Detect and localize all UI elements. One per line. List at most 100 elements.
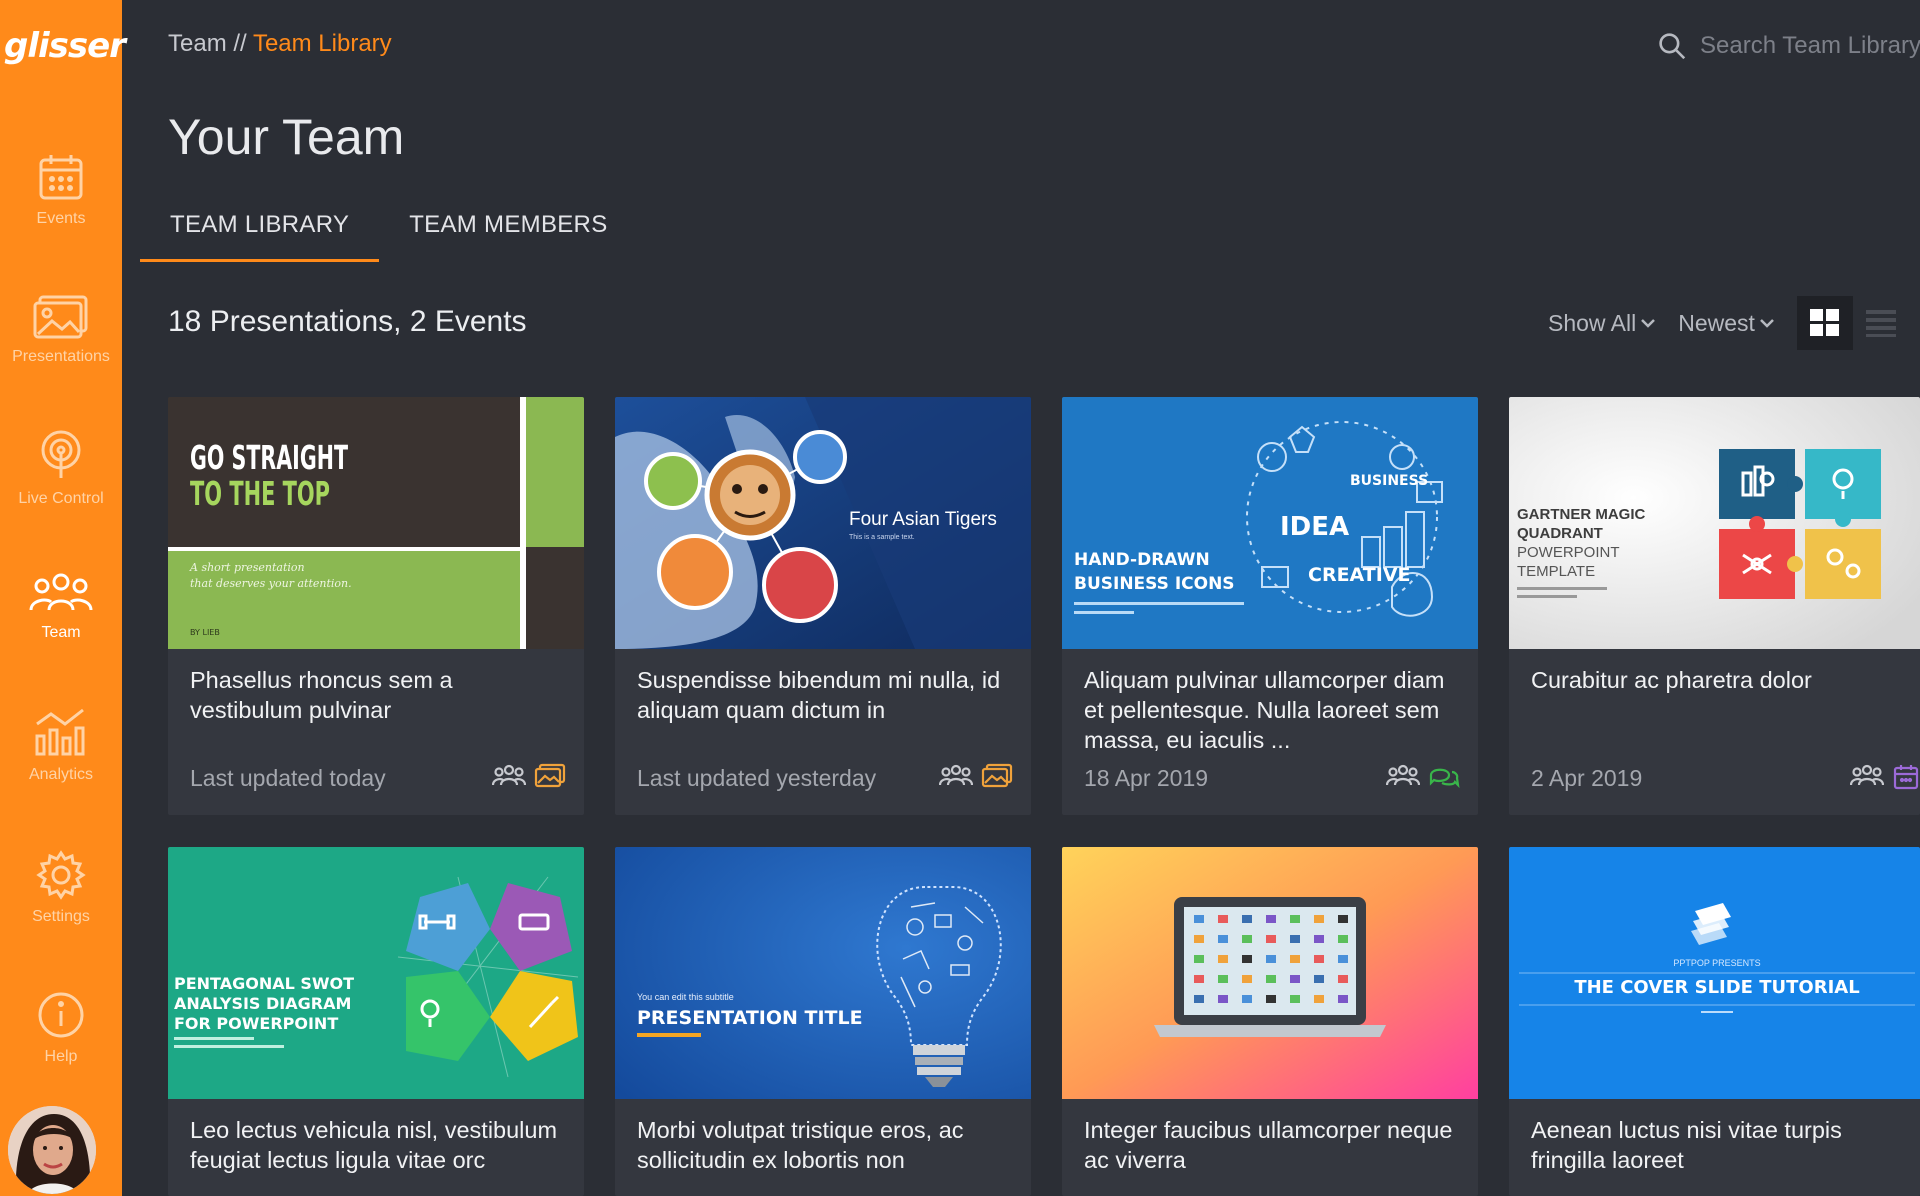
card-title[interactable]: Curabitur ac pharetra dolor <box>1531 665 1911 695</box>
card-title[interactable]: Aliquam pulvinar ullamcorper diam et pel… <box>1084 665 1464 755</box>
card-title[interactable]: Aenean luctus nisi vitae turpis fringill… <box>1531 1115 1911 1175</box>
tab-team-library[interactable]: TEAM LIBRARY <box>140 204 380 262</box>
breadcrumb-current[interactable]: Team Library <box>253 30 392 57</box>
card-title[interactable]: Integer faucibus ullamcorper neque ac vi… <box>1084 1115 1464 1175</box>
presentation-card[interactable]: Four Asian Tigers This is a sample text.… <box>615 397 1031 815</box>
gear-icon <box>36 850 86 900</box>
presentation-card[interactable]: You can edit this subtitle PRESENTATION … <box>615 847 1031 1196</box>
card-thumbnail[interactable]: GARTNER MAGIC QUADRANT POWERPOINT TEMPLA… <box>1509 397 1920 649</box>
thumb-subtitle: that deserves your attention. <box>190 577 352 590</box>
avatar[interactable] <box>8 1106 96 1194</box>
presentation-card[interactable]: GO STRAIGHT TO THE TOP A short presentat… <box>168 397 584 815</box>
app-logo[interactable]: glisser <box>0 26 126 66</box>
card-date: 2 Apr 2019 <box>1531 765 1643 791</box>
sidebar-item-help[interactable]: Help <box>0 990 122 1066</box>
list-view-button[interactable] <box>1853 296 1909 350</box>
broadcast-icon <box>41 430 81 478</box>
sidebar-item-events[interactable]: Events <box>0 152 122 228</box>
presentation-icon <box>981 763 1013 788</box>
presentation-card[interactable]: Integer faucibus ullamcorper neque ac vi… <box>1062 847 1478 1196</box>
card-thumbnail[interactable]: PENTAGONAL SWOT ANALYSIS DIAGRAM FOR POW… <box>168 847 584 1099</box>
sidebar-item-analytics[interactable]: Analytics <box>0 706 122 784</box>
sidebar: glisser Events Presentations Live Contro… <box>0 0 126 1196</box>
card-date: 18 Apr 2019 <box>1084 765 1209 791</box>
card-title[interactable]: Leo lectus vehicula nisl, vestibulum feu… <box>190 1115 570 1175</box>
sidebar-label: Presentations <box>12 348 110 365</box>
thumb-heading: BUSINESS ICONS <box>1074 574 1235 594</box>
tab-team-members[interactable]: TEAM MEMBERS <box>379 204 637 262</box>
breadcrumb-root[interactable]: Team // <box>168 30 247 57</box>
thumb-heading: QUADRANT <box>1517 525 1603 542</box>
search-bar <box>1658 26 1920 66</box>
thumb-heading: PENTAGONAL SWOT <box>174 974 354 993</box>
grid-icon <box>1809 309 1839 336</box>
card-thumbnail[interactable]: BUSINESS IDEA CREATIVE HAND-DRAWN BUSINE… <box>1062 397 1478 649</box>
breadcrumb: Team // Team Library <box>168 30 392 58</box>
thumb-heading: THE COVER SLIDE TUTORIAL <box>1574 977 1859 998</box>
sidebar-item-settings[interactable]: Settings <box>0 850 122 926</box>
filter-label: Show All <box>1548 309 1637 336</box>
team-icon <box>1386 764 1420 786</box>
card-thumbnail[interactable]: PPTPOP PRESENTS THE COVER SLIDE TUTORIAL <box>1509 847 1920 1099</box>
thumb-heading: TEMPLATE <box>1517 563 1595 580</box>
team-icon <box>492 764 526 786</box>
calendar-icon <box>1893 765 1919 790</box>
presentation-card[interactable]: BUSINESS IDEA CREATIVE HAND-DRAWN BUSINE… <box>1062 397 1478 815</box>
sidebar-label: Team <box>41 624 81 641</box>
card-title[interactable]: Suspendisse bibendum mi nulla, id aliqua… <box>637 665 1017 725</box>
search-icon[interactable] <box>1658 30 1686 62</box>
card-thumbnail[interactable]: You can edit this subtitle PRESENTATION … <box>615 847 1031 1099</box>
sidebar-label: Analytics <box>28 766 94 783</box>
card-title[interactable]: Phasellus rhoncus sem a vestibulum pulvi… <box>190 665 570 725</box>
filter-dropdown[interactable]: Show All <box>1548 310 1656 337</box>
library-summary: 18 Presentations, 2 Events <box>168 305 527 338</box>
thumb-word: CREATIVE <box>1308 564 1411 586</box>
thumb-heading: ANALYSIS DIAGRAM <box>174 994 351 1013</box>
thumb-subtitle: A short presentation <box>189 561 305 574</box>
presentation-card[interactable]: PPTPOP PRESENTS THE COVER SLIDE TUTORIAL… <box>1509 847 1920 1196</box>
thumb-word: BUSINESS <box>1350 473 1428 489</box>
team-icon <box>29 573 93 611</box>
sidebar-item-live-control[interactable]: Live Control <box>0 430 122 508</box>
sort-label: Newest <box>1678 309 1755 336</box>
card-updated: Last updated today <box>190 765 386 791</box>
list-icon <box>1865 310 1896 337</box>
team-icon <box>1850 764 1884 786</box>
tab-bar: TEAM LIBRARY TEAM MEMBERS <box>140 204 638 262</box>
thumb-subtitle: This is a sample text. <box>849 534 915 541</box>
thumb-heading: HAND-DRAWN <box>1074 550 1210 570</box>
calendar-icon <box>39 155 83 200</box>
chevron-down-icon <box>1760 319 1774 328</box>
presentation-card[interactable]: PENTAGONAL SWOT ANALYSIS DIAGRAM FOR POW… <box>168 847 584 1196</box>
card-thumbnail[interactable] <box>1062 847 1478 1099</box>
info-icon <box>38 992 84 1038</box>
sidebar-item-team[interactable]: Team <box>0 572 122 642</box>
sort-dropdown[interactable]: Newest <box>1678 310 1775 337</box>
library-controls: Show All Newest <box>1548 296 1909 350</box>
sidebar-label: Events <box>36 210 86 227</box>
chat-icon <box>1429 768 1460 789</box>
card-updated: Last updated yesterday <box>637 765 877 791</box>
thumb-word: IDEA <box>1280 512 1349 542</box>
thumb-subtitle: You can edit this subtitle <box>637 992 734 1002</box>
thumb-heading: FOR POWERPOINT <box>174 1014 338 1033</box>
thumb-heading: Four Asian Tigers <box>849 509 997 530</box>
sidebar-item-presentations[interactable]: Presentations <box>0 294 122 366</box>
card-title[interactable]: Morbi volutpat tristique eros, ac sollic… <box>637 1115 1017 1175</box>
analytics-icon <box>35 708 85 756</box>
search-input[interactable] <box>1700 32 1920 60</box>
thumb-heading: GO STRAIGHT <box>190 438 348 477</box>
card-thumbnail[interactable]: GO STRAIGHT TO THE TOP A short presentat… <box>168 397 584 649</box>
thumb-heading: PRESENTATION TITLE <box>637 1007 863 1029</box>
presentation-card[interactable]: GARTNER MAGIC QUADRANT POWERPOINT TEMPLA… <box>1509 397 1920 815</box>
thumb-heading: GARTNER MAGIC <box>1517 506 1645 523</box>
grid-view-button[interactable] <box>1796 296 1853 350</box>
thumb-byline: BY LIEB <box>190 628 220 637</box>
sidebar-label: Live Control <box>18 490 104 507</box>
sidebar-label: Settings <box>32 908 90 925</box>
thumb-heading: TO THE TOP <box>190 474 330 513</box>
presentation-icon <box>534 763 566 788</box>
sidebar-label: Help <box>44 1048 78 1065</box>
team-icon <box>939 764 973 786</box>
card-thumbnail[interactable]: Four Asian Tigers This is a sample text. <box>615 397 1031 649</box>
